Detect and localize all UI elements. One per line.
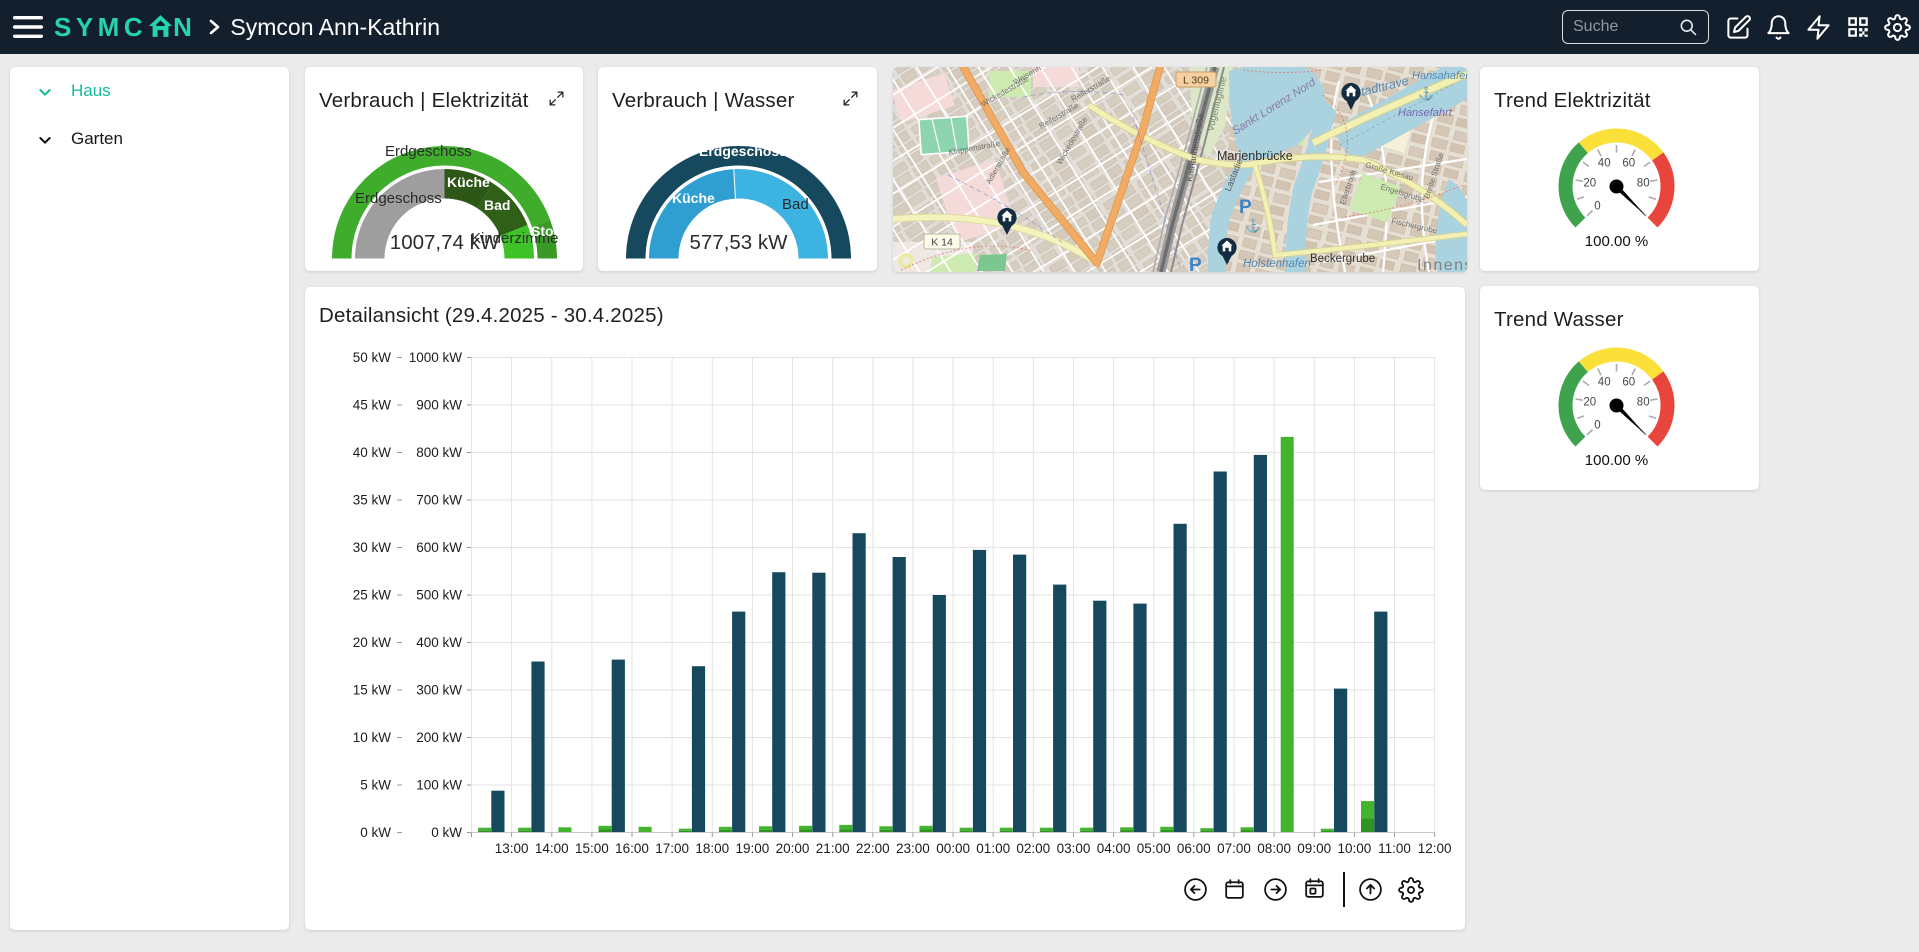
svg-text:300 kW: 300 kW [416,683,462,698]
svg-text:15:00: 15:00 [575,841,609,856]
svg-text:900 kW: 900 kW [416,398,462,413]
svg-text:40: 40 [1598,376,1611,388]
svg-text:13:00: 13:00 [495,841,529,856]
svg-text:21:00: 21:00 [816,841,850,856]
svg-text:12:00: 12:00 [1418,841,1452,856]
svg-text:1000 kW: 1000 kW [409,350,463,365]
svg-text:04:00: 04:00 [1097,841,1131,856]
svg-text:20: 20 [1583,396,1596,408]
svg-text:09:00: 09:00 [1297,841,1331,856]
svg-text:600 kW: 600 kW [416,540,462,555]
svg-text:⚓: ⚓ [1245,218,1261,233]
svg-text:200 kW: 200 kW [416,730,462,745]
svg-text:03:00: 03:00 [1057,841,1091,856]
svg-text:60: 60 [1622,157,1635,169]
svg-text:Hansefahrt: Hansefahrt [1398,107,1453,119]
svg-text:20:00: 20:00 [776,841,810,856]
svg-text:L 309: L 309 [1183,75,1209,87]
svg-text:0: 0 [1594,201,1600,213]
svg-text:P: P [1189,255,1202,272]
svg-text:P: P [1239,197,1252,218]
svg-text:400 kW: 400 kW [416,635,462,650]
svg-text:5 kW: 5 kW [360,778,391,793]
svg-text:02:00: 02:00 [1016,841,1050,856]
svg-text:100 kW: 100 kW [416,778,462,793]
svg-text:Holstenhafen: Holstenhafen [1243,258,1311,270]
svg-text:50 kW: 50 kW [353,350,392,365]
svg-text:20: 20 [1583,177,1596,189]
svg-text:Marienbrücke: Marienbrücke [1217,149,1293,163]
svg-text:30 kW: 30 kW [353,540,392,555]
svg-text:45 kW: 45 kW [353,398,392,413]
svg-text:80: 80 [1637,396,1650,408]
svg-text:0 kW: 0 kW [360,825,391,840]
svg-text:K 14: K 14 [931,237,953,249]
svg-text:⚓: ⚓ [1418,86,1434,101]
svg-text:00:00: 00:00 [936,841,970,856]
svg-text:800 kW: 800 kW [416,445,462,460]
svg-text:11:00: 11:00 [1378,841,1411,856]
svg-text:06:00: 06:00 [1177,841,1211,856]
svg-text:20 kW: 20 kW [353,635,392,650]
svg-text:17:00: 17:00 [655,841,689,856]
svg-text:Beckergrube: Beckergrube [1310,253,1375,265]
svg-text:40: 40 [1598,157,1611,169]
svg-text:Innenstadt: Innenstadt [1417,257,1467,272]
svg-text:25 kW: 25 kW [353,588,392,603]
svg-text:Hansahafen: Hansahafen [1412,70,1467,82]
svg-text:80: 80 [1637,177,1650,189]
svg-text:500 kW: 500 kW [416,588,462,603]
svg-text:15 kW: 15 kW [353,683,392,698]
svg-text:700 kW: 700 kW [416,493,462,508]
svg-text:0 kW: 0 kW [431,825,462,840]
svg-text:10:00: 10:00 [1338,841,1372,856]
svg-text:60: 60 [1622,376,1635,388]
svg-text:01:00: 01:00 [976,841,1010,856]
svg-text:0: 0 [1594,420,1600,432]
svg-text:35 kW: 35 kW [353,493,392,508]
svg-text:16:00: 16:00 [615,841,649,856]
svg-text:18:00: 18:00 [695,841,729,856]
svg-text:14:00: 14:00 [535,841,569,856]
svg-text:40 kW: 40 kW [353,445,392,460]
svg-text:22:00: 22:00 [856,841,890,856]
svg-text:19:00: 19:00 [736,841,770,856]
svg-text:07:00: 07:00 [1217,841,1251,856]
svg-text:23:00: 23:00 [896,841,930,856]
svg-text:10 kW: 10 kW [353,730,392,745]
svg-text:05:00: 05:00 [1137,841,1171,856]
svg-text:08:00: 08:00 [1257,841,1291,856]
